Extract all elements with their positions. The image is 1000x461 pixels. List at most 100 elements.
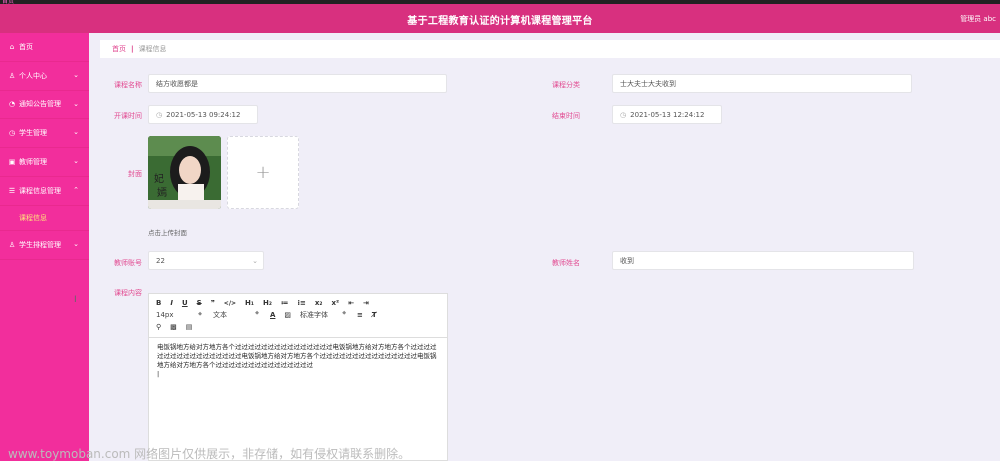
breadcrumb-current: 课程信息 (138, 45, 167, 53)
teacher-name-input[interactable]: 收到 (612, 251, 914, 270)
link-icon[interactable]: ⚲ (156, 323, 161, 331)
code-button[interactable]: </> (224, 300, 236, 307)
rich-text-editor[interactable]: B I U S ❞ </> H₁ H₂ ≔ ⁝≡ x₂ x² ⇤ ⇥ 14px ◆… (148, 293, 448, 461)
editor-toolbar: B I U S ❞ </> H₁ H₂ ≔ ⁝≡ x₂ x² ⇤ ⇥ 14px ◆… (149, 294, 447, 338)
sidebar-item-label: 首页 (19, 42, 33, 51)
breadcrumb: 首页 | 课程信息 (100, 40, 1000, 58)
course-icon: ☰ (8, 186, 16, 195)
chevron-down-icon: ⌄ (73, 128, 79, 137)
end-time-picker[interactable]: ◷ 2021-05-13 12:24:12 (612, 105, 722, 124)
course-content-label: 课程内容 (114, 289, 142, 297)
sidebar-item-profile[interactable]: ♙ 个人中心 ⌄ (0, 62, 89, 91)
clock-icon: ◷ (620, 110, 627, 119)
teacher-account-select[interactable]: 22 ⌄ (148, 251, 264, 270)
editor-text: 电饭锅地方给对方地方各个过过过过过过过过过过过过过过过电饭锅地方给对方地方各个过… (157, 343, 437, 369)
clear-format-icon[interactable]: T̸ (372, 311, 377, 319)
header1-button[interactable]: H₁ (245, 299, 254, 307)
ordered-list-button[interactable]: ≔ (281, 299, 288, 307)
course-category-label: 课程分类 (552, 81, 580, 89)
sidebar-item-students[interactable]: ◷ 学生管理 ⌄ (0, 119, 89, 149)
svg-text:嫣: 嫣 (157, 186, 167, 199)
sidebar-item-teachers[interactable]: ▣ 教师管理 ⌄ (0, 148, 89, 177)
start-time-label: 开课时间 (114, 112, 142, 120)
editor-content[interactable]: 电饭锅地方给对方地方各个过过过过过过过过过过过过过过过电饭锅地方给对方地方各个过… (149, 338, 447, 384)
sidebar-item-home[interactable]: ⌂ 首页 (0, 33, 89, 62)
header2-button[interactable]: H₂ (263, 299, 272, 307)
user-icon: ♙ (8, 71, 16, 80)
blockquote-button[interactable]: ❞ (211, 299, 215, 307)
text-style-select[interactable]: 文本 ◆ (213, 310, 259, 320)
sidebar: ⌂ 首页 ♙ 个人中心 ⌄ ◔ 通知公告管理 ⌄ ◷ 学生管理 ⌄ ▣ 教师管理… (0, 33, 89, 461)
font-family-value: 标准字体 (300, 311, 329, 319)
text-style-value: 文本 (213, 311, 227, 319)
main-content: 首页 | 课程信息 课程名称 结方收愿都是 课程分类 士大夫士大夫收到 开课时间… (100, 40, 1000, 461)
teacher-account-label: 教师账号 (114, 259, 142, 267)
sidebar-item-notices[interactable]: ◔ 通知公告管理 ⌄ (0, 91, 89, 120)
upload-cover-button[interactable]: + (227, 136, 299, 209)
align-icon[interactable]: ≡ (357, 311, 363, 319)
course-category-input[interactable]: 士大夫士大夫收到 (612, 74, 912, 93)
teacher-name-label: 教师姓名 (552, 259, 580, 267)
end-time-label: 结束时间 (552, 112, 580, 120)
course-name-input[interactable]: 结方收愿都是 (148, 74, 447, 93)
breadcrumb-separator: | (131, 45, 134, 53)
chevron-down-icon: ⌄ (73, 99, 79, 108)
clock-icon: ◷ (156, 110, 163, 119)
chevron-down-icon: ⌄ (252, 256, 258, 265)
cover-photo: 妃 嫣 (148, 136, 221, 209)
chevron-down-icon: ⌄ (73, 70, 79, 79)
notice-icon: ◔ (8, 100, 16, 109)
strike-button[interactable]: S (197, 299, 202, 307)
sidebar-item-label: 教师管理 (19, 158, 47, 167)
sidebar-item-schedule[interactable]: ♙ 学生排程管理 ⌄ (0, 231, 89, 260)
font-family-select[interactable]: 标准字体 ◆ (300, 310, 346, 320)
text-caret: | (157, 370, 160, 378)
bullet-list-button[interactable]: ⁝≡ (297, 299, 306, 307)
indent-button[interactable]: ⇥ (363, 299, 369, 307)
chevron-down-icon: ⌄ (73, 239, 79, 248)
schedule-icon: ♙ (8, 240, 16, 249)
app-header: 基于工程教育认证的计算机课程管理平台 管理员 abc (0, 4, 1000, 33)
start-time-value: 2021-05-13 09:24:12 (166, 110, 241, 119)
font-color-icon[interactable]: A (270, 311, 275, 319)
select-arrow-icon: ◆ (198, 311, 202, 317)
background-color-icon[interactable]: ▨ (284, 311, 291, 319)
breadcrumb-home[interactable]: 首页 (112, 44, 126, 54)
underline-button[interactable]: U (182, 299, 188, 307)
video-icon[interactable]: ▤ (186, 323, 193, 331)
sidebar-item-label: 课程信息管理 (19, 186, 61, 195)
chevron-up-icon: ⌃ (73, 185, 79, 194)
course-name-label: 课程名称 (114, 81, 142, 89)
subscript-button[interactable]: x₂ (315, 299, 323, 307)
svg-text:妃: 妃 (154, 173, 164, 185)
mouse-cursor-icon: I (74, 295, 77, 305)
upload-tip: 点击上传封面 (148, 229, 187, 237)
sidebar-item-label: 个人中心 (19, 71, 47, 80)
cover-image-thumbnail[interactable]: 妃 嫣 (148, 136, 221, 209)
superscript-button[interactable]: x² (331, 299, 339, 307)
app-title: 基于工程教育认证的计算机课程管理平台 (407, 16, 593, 27)
outdent-button[interactable]: ⇤ (348, 299, 354, 307)
watermark: www.toymoban.com 网络图片仅供展示，非存储，如有侵权请联系删除。 (8, 447, 411, 461)
sidebar-subitem-course-info[interactable]: 课程信息 (0, 206, 89, 231)
sidebar-item-label: 学生排程管理 (19, 240, 61, 249)
start-time-picker[interactable]: ◷ 2021-05-13 09:24:12 (148, 105, 258, 124)
sidebar-item-course-info-mgmt[interactable]: ☰ 课程信息管理 ⌃ (0, 177, 89, 206)
end-time-value: 2021-05-13 12:24:12 (630, 110, 705, 119)
admin-user-menu[interactable]: 管理员 abc (960, 14, 996, 24)
sidebar-item-label: 通知公告管理 (19, 100, 61, 109)
select-arrow-icon: ◆ (342, 310, 347, 316)
image-icon[interactable]: ▩ (170, 323, 177, 331)
student-icon: ◷ (8, 129, 16, 138)
font-size-value: 14px (156, 311, 174, 319)
select-arrow-icon: ◆ (255, 310, 259, 316)
font-size-select[interactable]: 14px ◆ (156, 311, 202, 319)
cover-label: 封面 (128, 170, 142, 178)
italic-button[interactable]: I (170, 299, 173, 307)
bold-button[interactable]: B (156, 299, 161, 307)
teacher-icon: ▣ (8, 158, 16, 167)
chevron-down-icon: ⌄ (73, 157, 79, 166)
sidebar-item-label: 学生管理 (19, 129, 47, 138)
teacher-account-value: 22 (156, 256, 165, 265)
home-icon: ⌂ (9, 42, 15, 51)
